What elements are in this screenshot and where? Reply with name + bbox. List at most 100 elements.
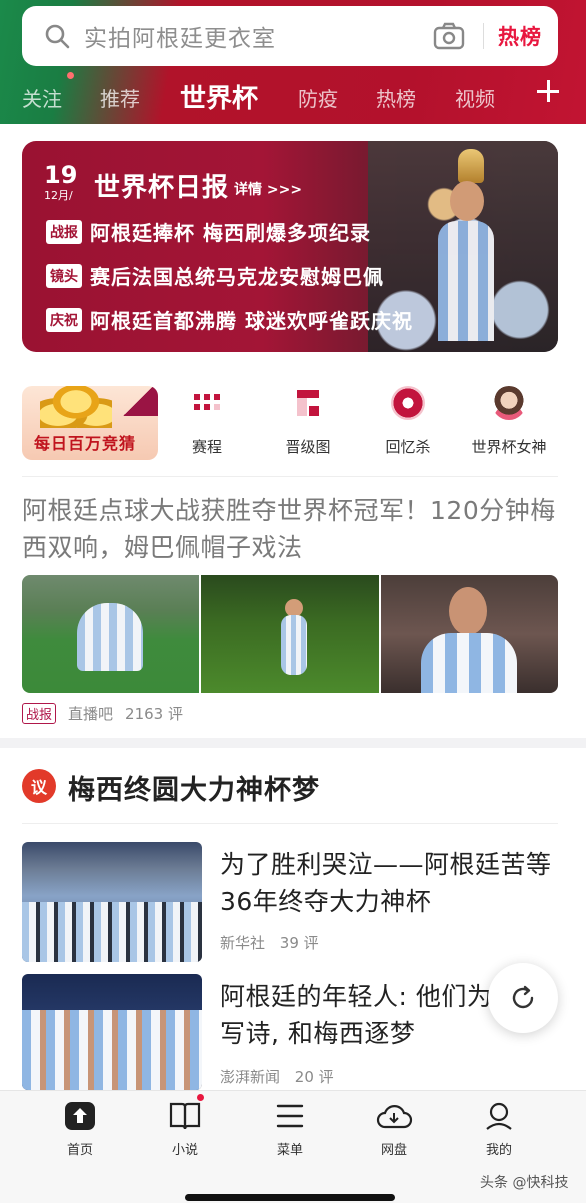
news-comments: 20 评 [294,1068,334,1086]
team-photo-image [22,1010,202,1090]
news-source: 新华社 [220,934,266,952]
home-indicator[interactable] [185,1194,395,1201]
divider [22,823,558,824]
news-item[interactable]: 阿根廷的年轻人: 他们为梅西写诗, 和梅西逐梦 澎湃新闻 20 评 [22,974,558,1094]
promo-label: 每日百万竞猜 [34,434,137,453]
nav-memories-label: 回忆杀 [385,438,431,456]
bottom-nav-novel[interactable]: 小说 [145,1101,225,1158]
search-placeholder[interactable]: 实拍阿根廷更衣室 [84,19,433,53]
section-title[interactable]: 梅西终圆大力神杯梦 [68,768,320,807]
book-icon [169,1102,201,1130]
article-image[interactable] [380,575,558,693]
search-bar[interactable]: 实拍阿根廷更衣室 热榜 [22,6,558,66]
refresh-button[interactable] [488,963,558,1033]
tab-recommend[interactable]: 推荐 [100,83,140,112]
player-jersey-image [420,633,517,693]
nav-schedule-label: 赛程 [191,438,222,456]
bottom-nav-profile[interactable]: 我的 [459,1101,539,1158]
nav-bracket-label: 晋级图 [285,438,331,456]
schedule-icon [190,386,224,420]
bottom-nav-cloud[interactable]: 网盘 [354,1101,434,1158]
nav-bracket[interactable]: 晋级图 [253,386,363,457]
player-jersey-image [438,221,494,341]
banner-item-tag: 战报 [46,219,82,244]
camera-icon[interactable] [433,22,465,50]
article-image[interactable] [201,575,379,693]
football-icon [391,386,425,420]
watermark: 头条 @快科技 [480,1175,569,1191]
gold-coins-icon [40,386,112,428]
tab-world-cup[interactable]: 世界杯 [180,78,258,115]
bottom-nav-novel-label: 小说 [171,1143,198,1158]
menu-icon [276,1104,304,1128]
article-headline[interactable]: 阿根廷点球大战获胜夺世界杯冠军！120分钟梅西双响，姆巴佩帽子戏法 [22,492,567,566]
profile-icon [486,1102,512,1130]
banner-item-tag: 庆祝 [46,307,82,332]
players-celebrating-image [77,603,143,671]
nav-schedule[interactable]: 赛程 [152,386,262,457]
refresh-icon [512,985,534,1009]
banner-item[interactable]: 镜头 赛后法国总统马克龙安慰姆巴佩 [46,261,384,290]
banner-title: 世界杯日报 [94,173,230,203]
search-divider [483,23,484,49]
add-channel-icon[interactable] [537,80,559,102]
news-thumbnail [22,842,202,962]
article-meta: 战报 直播吧 2163 评 [22,703,195,724]
tab-video[interactable]: 视频 [455,83,495,112]
world-cup-daily-banner[interactable]: 19 12月/ 世界杯日报 详情 >>> 战报 阿根廷捧杯 梅西刷爆多项纪录 镜… [22,141,558,352]
bottom-nav-profile-label: 我的 [485,1143,512,1158]
date-day: 19 [44,161,78,189]
article-image[interactable] [22,575,200,693]
article-images[interactable] [22,575,558,693]
news-meta: 新华社 39 评 [220,932,319,953]
bottom-nav-home[interactable]: 首页 [40,1101,120,1158]
news-meta: 澎湃新闻 20 评 [220,1066,334,1087]
news-item[interactable]: 为了胜利哭泣——阿根廷苦等36年终夺大力神杯 新华社 39 评 [22,842,558,964]
banner-item[interactable]: 战报 阿根廷捧杯 梅西刷爆多项纪录 [46,217,371,246]
banner-item[interactable]: 庆祝 阿根廷首都沸腾 球迷欢呼雀跃庆祝 [46,305,413,334]
news-title: 为了胜利哭泣——阿根廷苦等36年终夺大力神杯 [220,850,552,916]
banner-item-text: 赛后法国总统马克龙安慰姆巴佩 [90,265,384,289]
topic-icon: 议 [22,769,56,803]
hot-list-button[interactable]: 热榜 [498,21,542,51]
date-month: 12月/ [44,189,73,202]
article-source: 直播吧 [68,705,114,723]
banner-date: 19 12月/ [44,163,77,203]
nav-goddess[interactable]: 世界杯女神 [454,386,564,457]
daily-quiz-promo[interactable]: 每日百万竞猜 [22,386,158,460]
bottom-nav-menu-label: 菜单 [276,1143,303,1158]
bottom-nav-home-label: 首页 [66,1143,93,1158]
goddess-avatar-icon [492,386,526,420]
news-thumbnail [22,974,202,1090]
bracket-icon [291,386,325,420]
channel-tabs: 关注 推荐 世界杯 防疫 热榜 视频 [0,74,586,120]
news-source: 澎湃新闻 [220,1068,281,1086]
player-head-image [448,587,487,635]
trophy-image [458,149,484,183]
top-header: 实拍阿根廷更衣室 热榜 关注 推荐 世界杯 防疫 热榜 视频 [0,0,586,124]
tab-hot[interactable]: 热榜 [376,83,416,112]
novel-notification-dot [197,1094,204,1101]
bottom-nav-cloud-label: 网盘 [380,1143,407,1158]
news-comments: 39 评 [279,934,319,952]
article-tag: 战报 [22,703,57,724]
player-image [281,615,308,675]
banner-item-text: 阿根廷首都沸腾 球迷欢呼雀跃庆祝 [90,309,413,333]
section-gap [0,738,586,748]
banner-detail-link[interactable]: 详情 >>> [234,179,302,199]
search-icon [45,24,70,49]
banner-item-tag: 镜头 [46,263,82,288]
banner-item-text: 阿根廷捧杯 梅西刷爆多项纪录 [90,221,371,245]
player-head-image [450,181,484,221]
home-icon [65,1102,95,1130]
bottom-nav-menu[interactable]: 菜单 [250,1101,330,1158]
article-comments: 2163 评 [125,705,183,723]
team-celebration-image [22,902,202,962]
cloud-icon [376,1105,413,1129]
nav-memories[interactable]: 回忆杀 [353,386,463,457]
nav-goddess-label: 世界杯女神 [471,438,547,456]
new-content-dot [67,72,74,79]
tab-follow[interactable]: 关注 [22,83,62,112]
tab-epidemic[interactable]: 防疫 [298,83,338,112]
divider [22,476,558,477]
